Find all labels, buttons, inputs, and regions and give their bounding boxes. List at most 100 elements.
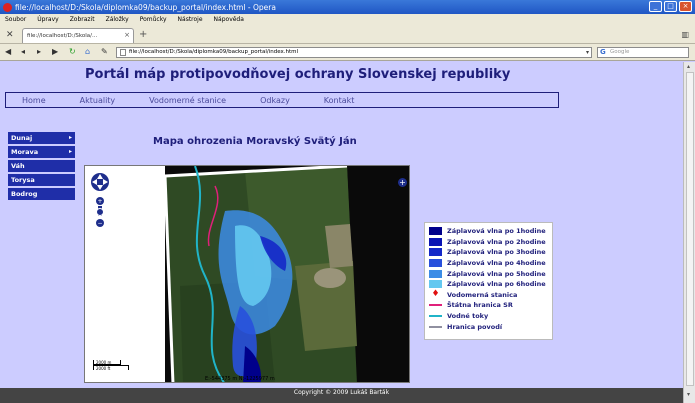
search-placeholder: Google: [610, 49, 630, 55]
legend-label: Záplavová vlna po 6hodine: [447, 280, 546, 289]
tab-label: file://localhost/D:/Skola/...: [27, 33, 98, 39]
nav-home[interactable]: Home: [22, 96, 46, 105]
map-coordinates: E:-544375 m N:-1225977 m: [205, 376, 275, 382]
legend-swatch: [429, 259, 442, 268]
sidebar-item-torysa[interactable]: Torysa: [8, 174, 75, 186]
legend-item: Hranica povodí: [425, 321, 552, 332]
navigation-bar: ◀ ◂ ▸ ▶ ↻ ⌂ ✎ file://localhost/D:/Skola/…: [0, 44, 695, 61]
vertical-scrollbar[interactable]: ▴ ▾: [683, 62, 695, 403]
menu-nastroje[interactable]: Nástroje: [178, 16, 203, 23]
page-footer: Copyright © 2009 Lukáš Barták: [0, 388, 683, 403]
window-titlebar: file://localhost/D:/Skola/diplomka09/bac…: [0, 0, 695, 14]
legend-swatch: [429, 227, 442, 236]
menu-upravy[interactable]: Úpravy: [37, 16, 58, 23]
tab-close-icon[interactable]: ×: [124, 31, 130, 39]
svg-text:−: −: [97, 220, 102, 227]
menu-napoveda[interactable]: Nápověda: [214, 16, 244, 23]
tab-bar: ✕ file://localhost/D:/Skola/... × + ▥: [0, 25, 695, 44]
page-title: Portál máp protipovodňovej ochrany Slove…: [85, 67, 511, 82]
legend-label: Záplavová vlna po 1hodine: [447, 227, 546, 236]
flood-map[interactable]: + − + 2000 m 2000 ft E:-544375 m N:-1225…: [84, 165, 410, 383]
menu-zalozky[interactable]: Záložky: [106, 16, 129, 23]
sidebar-item-label: Dunaj: [11, 134, 33, 142]
close-icon[interactable]: ×: [679, 1, 692, 12]
legend-item: Záplavová vlna po 2hodine: [425, 237, 552, 248]
new-tab-icon[interactable]: +: [139, 29, 147, 40]
legend-swatch: [429, 280, 442, 289]
opera-logo-icon: [3, 2, 12, 12]
legend-item: Záplavová vlna po 5hodine: [425, 268, 552, 279]
reload-icon[interactable]: ↻: [69, 47, 76, 56]
page-icon: [120, 49, 126, 56]
legend-label: Vodné toky: [447, 312, 489, 321]
forward-icon[interactable]: ▸: [37, 47, 41, 56]
svg-text:+: +: [97, 198, 102, 205]
legend-line: [429, 304, 442, 307]
nav-vodomerne-stanice[interactable]: Vodomerné stanice: [149, 96, 226, 105]
legend-label: Vodomerná stanica: [447, 290, 518, 299]
legend-item: Záplavová vlna po 6hodine: [425, 279, 552, 290]
minimize-icon[interactable]: _: [649, 1, 662, 12]
legend-item: Štátna hranica SR: [425, 300, 552, 311]
gauge-station-marker-icon: ♦: [431, 289, 440, 300]
menu-soubor[interactable]: Soubor: [5, 16, 26, 23]
window-title: file://localhost/D:/Skola/diplomka09/bac…: [15, 2, 276, 12]
fast-forward-icon[interactable]: ▶: [52, 47, 58, 56]
river-sidebar: Dunaj ▸ Morava ▸ Váh Torysa Bodrog: [8, 132, 75, 202]
scale-imperial: 2000 ft: [93, 365, 129, 371]
sidebar-item-label: Morava: [11, 148, 39, 156]
page-content: Portál máp protipovodňovej ochrany Slove…: [0, 62, 683, 387]
menu-zobrazit[interactable]: Zobrazit: [70, 16, 95, 23]
sidebar-item-vah[interactable]: Váh: [8, 160, 75, 172]
top-navigation: Home Aktuality Vodomerné stanice Odkazy …: [5, 92, 559, 108]
map-title: Mapa ohrozenia Moravský Svätý Ján: [153, 136, 357, 147]
trash-icon[interactable]: ▥: [681, 30, 689, 39]
legend-label: Záplavová vlna po 5hodine: [447, 269, 546, 278]
tools-icon[interactable]: ✕: [6, 30, 14, 40]
scroll-down-icon[interactable]: ▾: [687, 391, 690, 398]
legend-item: Záplavová vlna po 4hodine: [425, 258, 552, 269]
legend-swatch: [429, 269, 442, 278]
sidebar-item-morava[interactable]: Morava ▸: [8, 146, 75, 158]
legend-label: Hranica povodí: [447, 322, 503, 331]
legend-item: Záplavová vlna po 1hodine: [425, 226, 552, 237]
menu-pomucky[interactable]: Pomůcky: [140, 16, 167, 23]
browser-tab[interactable]: file://localhost/D:/Skola/... ×: [22, 28, 134, 43]
menu-bar: Soubor Úpravy Zobrazit Záložky Pomůcky N…: [0, 14, 695, 25]
map-legend: Záplavová vlna po 1hodine Záplavová vlna …: [424, 222, 553, 340]
legend-swatch: [429, 248, 442, 257]
home-icon[interactable]: ⌂: [85, 47, 90, 56]
address-bar[interactable]: file://localhost/D:/Skola/diplomka09/bac…: [116, 47, 592, 58]
chevron-down-icon[interactable]: ▾: [586, 48, 589, 57]
sidebar-item-bodrog[interactable]: Bodrog: [8, 188, 75, 200]
scroll-up-icon[interactable]: ▴: [687, 63, 690, 70]
search-input[interactable]: G Google: [597, 47, 689, 58]
nav-kontakt[interactable]: Kontakt: [324, 96, 355, 105]
legend-label: Štátna hranica SR: [447, 301, 513, 310]
maximize-icon[interactable]: □: [664, 1, 677, 12]
legend-item: ♦ Vodomerná stanica: [425, 290, 552, 301]
back-icon[interactable]: ◀: [5, 47, 11, 56]
scale-bar: 2000 m 2000 ft: [93, 360, 129, 371]
sidebar-item-label: Bodrog: [11, 190, 38, 198]
nav-odkazy[interactable]: Odkazy: [260, 96, 290, 105]
window-controls: _ □ ×: [649, 1, 692, 12]
chevron-right-icon: ▸: [68, 134, 72, 141]
legend-label: Záplavová vlna po 2hodine: [447, 237, 546, 246]
legend-item: Vodné toky: [425, 311, 552, 322]
legend-item: Záplavová vlna po 3hodine: [425, 247, 552, 258]
scrollbar-thumb[interactable]: [686, 72, 694, 386]
map-imagery: [163, 166, 409, 382]
chevron-right-icon: ▸: [68, 148, 72, 155]
layer-switcher-icon[interactable]: +: [398, 178, 407, 187]
legend-label: Záplavová vlna po 3hodine: [447, 248, 546, 257]
address-url: file://localhost/D:/Skola/diplomka09/bac…: [129, 49, 299, 55]
sidebar-item-label: Torysa: [11, 176, 35, 184]
legend-swatch: [429, 237, 442, 246]
sidebar-item-dunaj[interactable]: Dunaj ▸: [8, 132, 75, 144]
edit-icon[interactable]: ✎: [101, 47, 108, 56]
legend-label: Záplavová vlna po 4hodine: [447, 259, 546, 268]
rewind-icon[interactable]: ◂: [21, 47, 25, 56]
nav-aktuality[interactable]: Aktuality: [80, 96, 116, 105]
sidebar-item-label: Váh: [11, 162, 25, 170]
